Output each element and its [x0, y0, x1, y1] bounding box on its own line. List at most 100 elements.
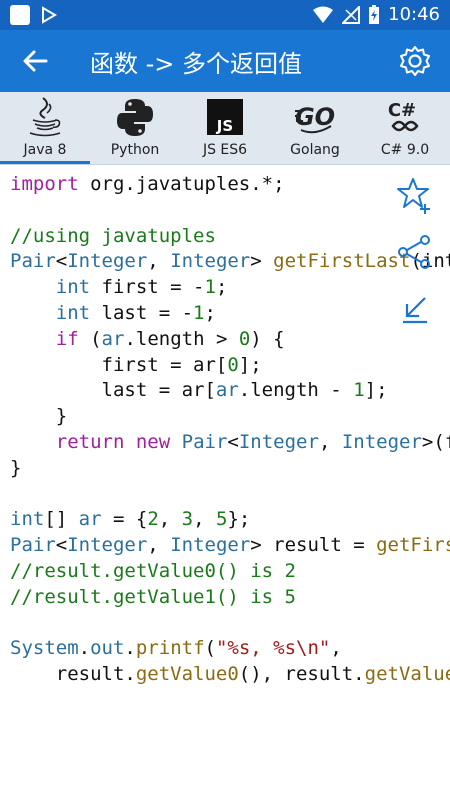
python-icon — [117, 99, 153, 136]
code-line: import org.javatuples.*; — [10, 172, 450, 198]
code-token: first = - — [90, 276, 205, 299]
code-token: ]; — [364, 379, 388, 402]
code-token: , — [318, 430, 342, 453]
code-token: new — [135, 430, 171, 453]
code-token: 1 — [353, 379, 365, 402]
svg-text:C#: C# — [388, 100, 416, 121]
tab-csharp[interactable]: C# C# 9.0 — [360, 92, 450, 164]
code-token: ( — [78, 327, 102, 350]
tab-label: JS ES6 — [202, 142, 248, 158]
code-line: Pair<Integer, Integer> getFirstLast(int[… — [10, 249, 450, 275]
code-token: > — [250, 250, 274, 273]
code-token: //result.getValue0() is 2 — [10, 559, 296, 582]
code-token: getFirstLast — [376, 534, 450, 557]
code-line: //result.getValue0() is 2 — [10, 559, 450, 585]
play-store-icon — [42, 6, 57, 24]
tab-label: Golang — [290, 142, 340, 158]
code-line: //result.getValue1() is 5 — [10, 585, 450, 611]
back-arrow-icon[interactable] — [20, 46, 50, 76]
code-token: .length - — [238, 379, 354, 402]
code-token: getFirstLast — [273, 250, 411, 273]
code-token: Integer — [170, 250, 251, 273]
code-line: int[] ar = {2, 3, 5}; — [10, 507, 450, 533]
code-line: first = ar[0]; — [10, 353, 450, 379]
code-token: System — [10, 637, 79, 660]
code-token: } — [10, 456, 22, 479]
code-line: int first = -1; — [10, 275, 450, 301]
tab-java8[interactable]: Java 8 — [0, 92, 90, 164]
tab-indicator — [0, 161, 90, 164]
code-token: Integer — [170, 534, 251, 557]
share-icon[interactable] — [395, 232, 435, 272]
code-token: < — [55, 534, 68, 557]
code-token: return — [55, 430, 125, 453]
code-token: 0 — [238, 327, 251, 350]
code-token: . — [78, 637, 91, 660]
tab-label: Python — [110, 142, 160, 158]
java-icon — [29, 97, 61, 137]
code-line: Pair<Integer, Integer> result = getFirst… — [10, 533, 450, 559]
code-token: ; — [215, 276, 228, 299]
golang-icon: GO — [295, 103, 335, 134]
code-token: first = ar[ — [10, 353, 228, 376]
code-token: 5 — [216, 508, 228, 531]
code-line: return new Pair<Integer, Integer>(first,… — [10, 430, 450, 456]
code-token: Integer — [341, 430, 422, 453]
status-bar: 10:46 — [0, 0, 450, 30]
code-token: int — [55, 301, 91, 324]
code-token: last = - — [90, 301, 194, 324]
code-token: = { — [101, 508, 148, 531]
code-line: int last = -1; — [10, 301, 450, 327]
download-icon[interactable] — [395, 290, 435, 330]
code-token: printf — [135, 637, 205, 660]
javascript-icon: JS — [207, 99, 243, 135]
code-token: Integer — [67, 250, 148, 273]
tab-label: Java 8 — [23, 142, 67, 158]
code-token: . — [124, 637, 136, 660]
code-token: int — [10, 508, 45, 531]
code-token: last = ar[ — [10, 379, 216, 402]
tab-label: C# 9.0 — [380, 142, 430, 158]
signal-icon — [342, 5, 361, 24]
code-token: //using javatuples — [10, 224, 216, 247]
code-token: < — [227, 430, 239, 453]
code-token: Pair — [10, 534, 56, 557]
code-token: if — [55, 327, 79, 350]
wifi-icon — [313, 6, 334, 23]
svg-text:JS: JS — [216, 117, 233, 135]
battery-icon — [369, 4, 380, 24]
code-line: } — [10, 456, 450, 482]
tab-python[interactable]: Python — [90, 92, 180, 164]
code-token: 1 — [193, 301, 205, 324]
app-bar: 函数 -> 多个返回值 — [0, 30, 450, 92]
tab-golang[interactable]: GO Golang — [270, 92, 360, 164]
code-token: ]; — [238, 353, 262, 376]
code-token: } — [10, 405, 68, 428]
code-line: //using javatuples — [10, 224, 450, 250]
code-line: last = ar[ar.length - 1]; — [10, 378, 450, 404]
gear-icon[interactable] — [398, 44, 432, 78]
code-token: "%s, %s\n" — [215, 637, 331, 660]
tab-js-es6[interactable]: JS JS ES6 — [180, 92, 270, 164]
clock: 10:46 — [388, 4, 440, 25]
notification-icon — [10, 5, 30, 25]
code-token: >(first, last); — [421, 430, 450, 453]
code-token: Pair — [10, 250, 56, 273]
code-token: ) { — [250, 327, 285, 350]
code-token: ; — [204, 301, 216, 324]
code-token: 2 — [147, 508, 159, 531]
favorite-add-icon[interactable] — [395, 176, 435, 216]
code-token: , — [147, 534, 171, 557]
code-token: (), result. — [238, 663, 365, 686]
code-token: , — [147, 250, 171, 273]
code-view[interactable]: import org.javatuples.*; //using javatupl… — [10, 172, 450, 712]
code-token: ( — [204, 637, 216, 660]
code-token: < — [55, 250, 68, 273]
code-line: System.out.printf("%s, %s\n", — [10, 636, 450, 662]
